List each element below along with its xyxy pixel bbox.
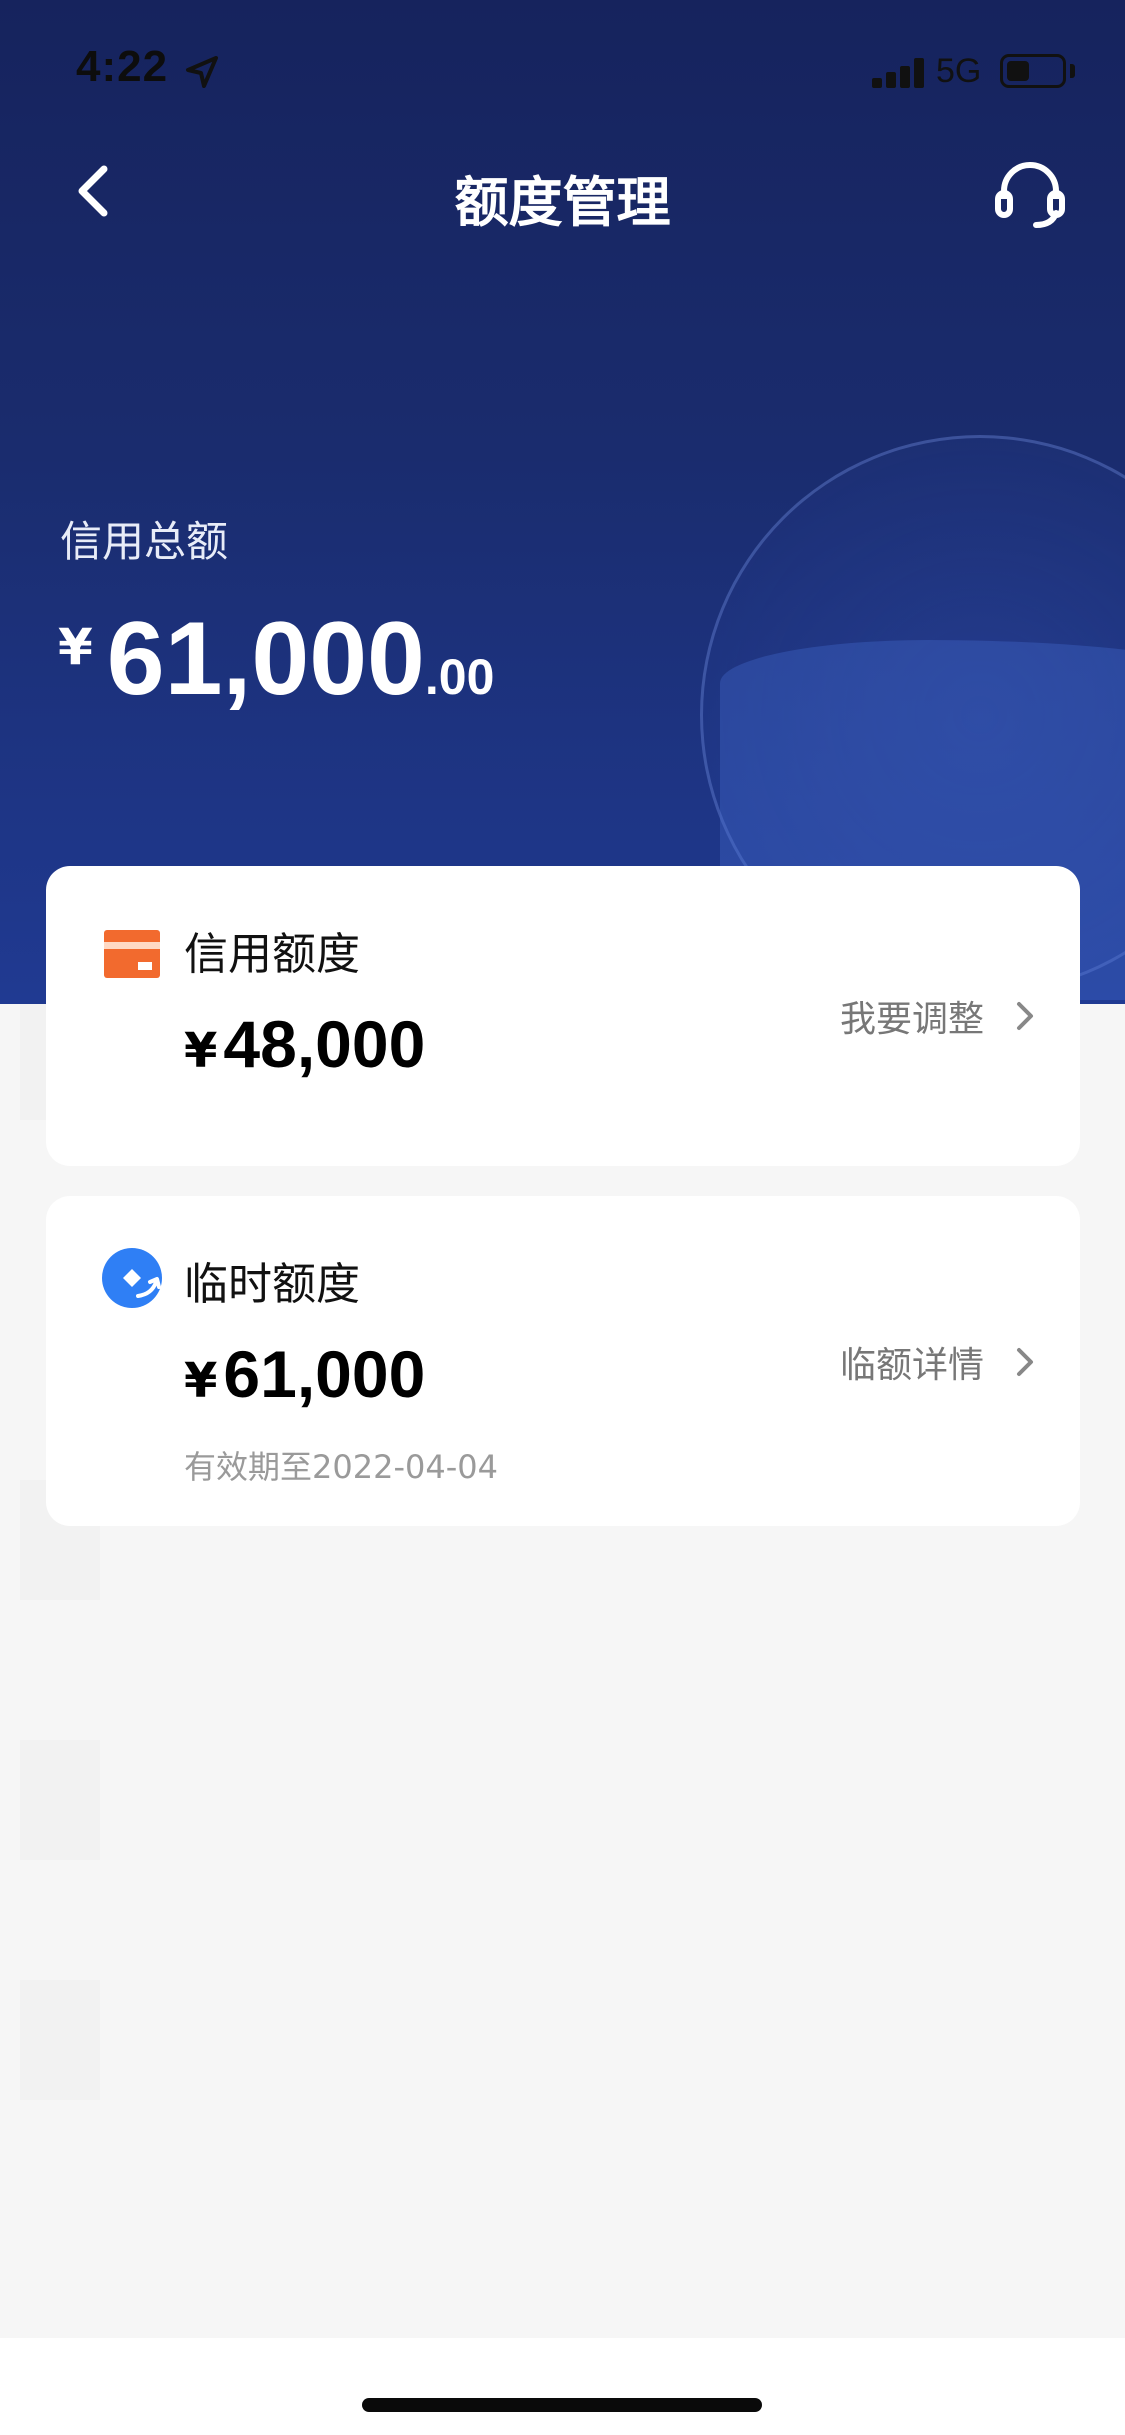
- status-bar: 4:22 5G: [0, 0, 1125, 140]
- watermark: [20, 1740, 100, 1860]
- temporary-limit-details-link[interactable]: 临额详情: [840, 1336, 1040, 1388]
- headset-icon[interactable]: [990, 155, 1070, 235]
- amount-value: 61,000: [223, 1337, 426, 1411]
- expiry-date: 有效期至2022-04-04: [184, 1448, 498, 1486]
- temporary-limit-details-label: 临额详情: [839, 1345, 984, 1386]
- credit-limit-card[interactable]: 信用额度 ¥48,000 我要调整: [46, 866, 1080, 1166]
- header-background: [0, 0, 1125, 1004]
- temporary-limit-amount: ¥61,000: [184, 1336, 425, 1412]
- network-label: 5G: [936, 52, 982, 90]
- watermark: [20, 1980, 100, 2100]
- amount-value: 48,000: [223, 1007, 426, 1081]
- amount-decimal: .00: [424, 649, 495, 705]
- currency-symbol: ¥: [58, 618, 93, 676]
- page-title: 额度管理: [454, 171, 671, 234]
- currency-symbol: ¥: [184, 1023, 218, 1079]
- battery-icon: [1000, 54, 1066, 88]
- chevron-right-icon: [1017, 1002, 1033, 1030]
- chevron-right-icon: [1017, 1348, 1033, 1376]
- status-time: 4:22: [76, 42, 169, 91]
- credit-limit-title: 信用额度: [184, 929, 360, 980]
- total-credit-label: 信用总额: [60, 517, 229, 566]
- temporary-limit-card[interactable]: 临时额度 ¥61,000 有效期至2022-04-04 临额详情: [46, 1196, 1080, 1526]
- currency-symbol: ¥: [184, 1353, 218, 1409]
- total-credit-amount: ¥61,000.00: [58, 600, 494, 719]
- credit-limit-amount: ¥48,000: [184, 1006, 425, 1082]
- credit-card-icon: [104, 930, 160, 978]
- signal-icon: [872, 58, 924, 88]
- temporary-limit-title: 临时额度: [184, 1259, 360, 1310]
- amount-integer: 61,000: [106, 601, 425, 717]
- battery-cap: [1070, 64, 1075, 78]
- location-arrow-icon: [186, 56, 218, 88]
- bottom-safe-area: [0, 2338, 1125, 2435]
- temporary-limit-icon: [102, 1248, 162, 1308]
- home-indicator[interactable]: [362, 2398, 762, 2412]
- adjust-limit-label: 我要调整: [839, 999, 984, 1040]
- adjust-limit-link[interactable]: 我要调整: [840, 990, 1040, 1042]
